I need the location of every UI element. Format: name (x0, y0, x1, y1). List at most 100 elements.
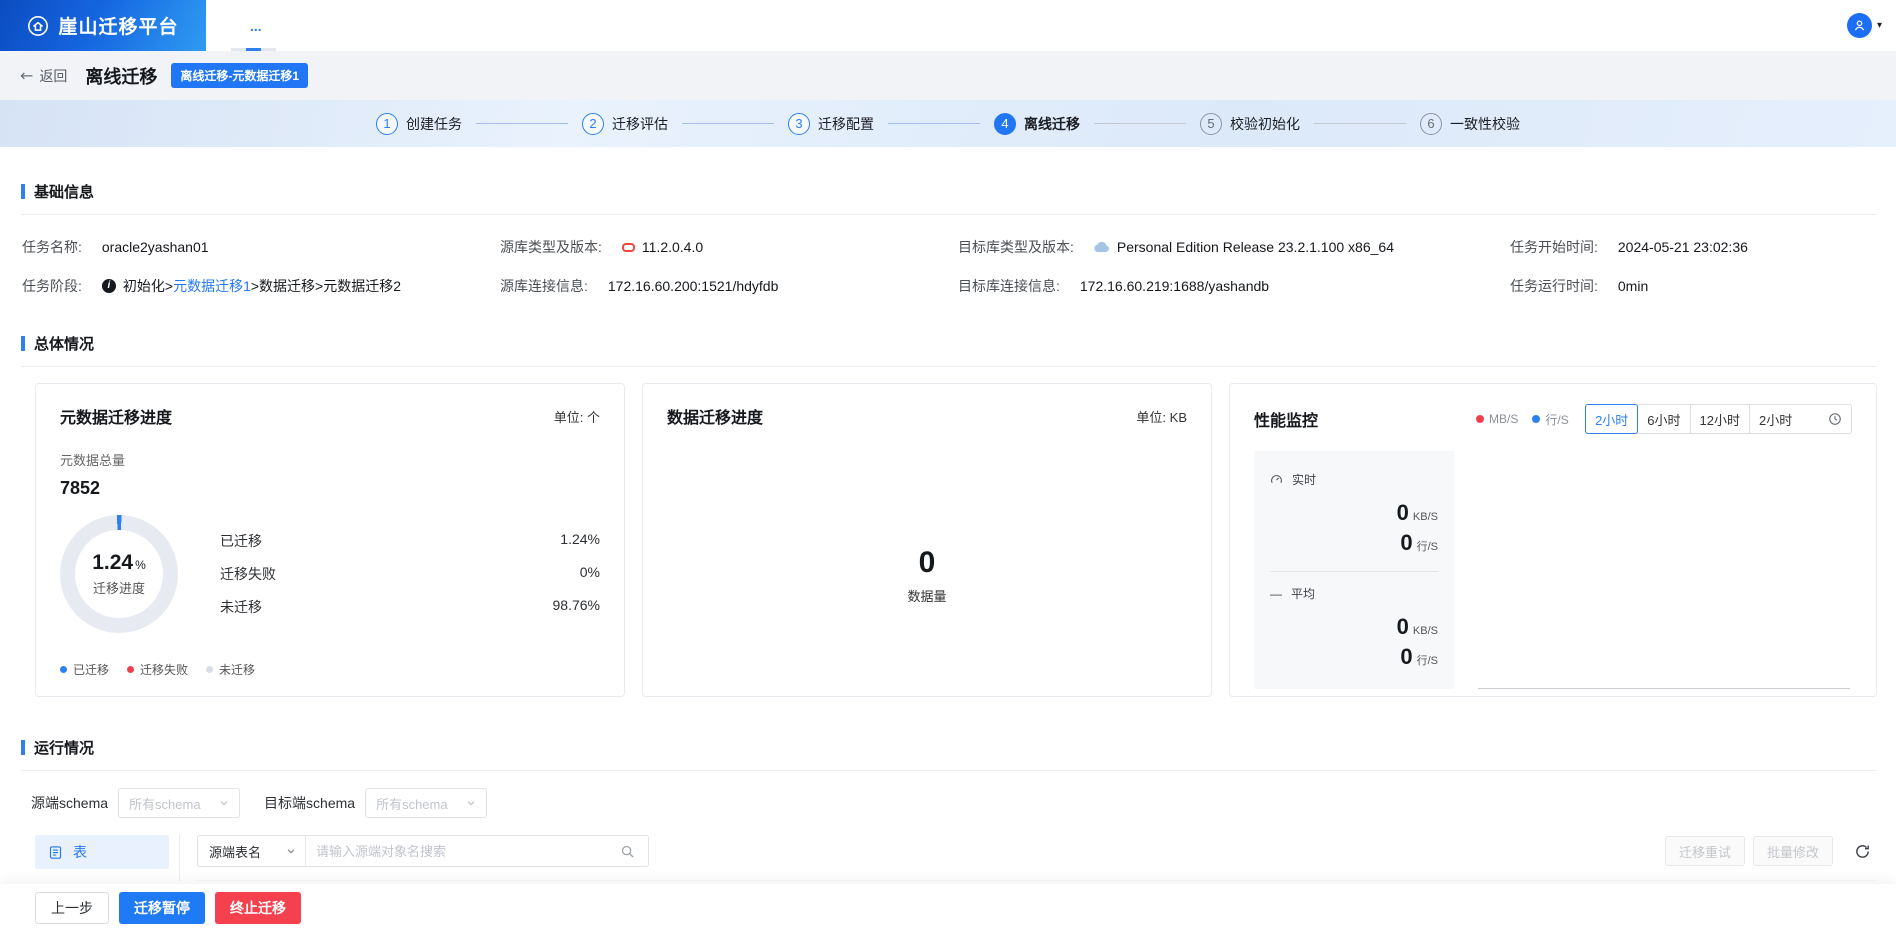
metadata-stats: 已迁移 1.24% 迁移失败 0% 未迁移 98.76% (220, 531, 600, 617)
nav-item-table[interactable]: 表 (35, 835, 169, 869)
average-row: — 平均 (1270, 586, 1316, 602)
data-volume-value: 0 (918, 546, 936, 579)
step-consistency-check: 6 一致性校验 (1420, 112, 1520, 135)
average-rows-value: 0 (1400, 644, 1413, 669)
step-offline-migration: 4 离线迁移 (994, 112, 1080, 135)
user-avatar[interactable] (1846, 13, 1872, 38)
task-badge: 离线迁移-元数据迁移1 (171, 63, 309, 88)
search-icon (621, 845, 634, 858)
time-range-selector: 2小时 6小时 12小时 2小时 (1585, 404, 1852, 434)
legend-migrated: 已迁移 (60, 661, 109, 678)
performance-chart-area (1478, 451, 1852, 689)
realtime-rows-value: 0 (1400, 530, 1413, 555)
field-start-time: 任务开始时间: 2024-05-21 23:02:36 (1510, 239, 1748, 255)
range-6h-button[interactable]: 6小时 (1637, 404, 1691, 434)
step-connector (888, 123, 980, 124)
title-bar: ← 返回 离线迁移 离线迁移-元数据迁移1 (0, 51, 1896, 100)
field-target-version: 目标库类型及版本: Personal Edition Release 23.2.… (958, 239, 1394, 255)
source-schema-select[interactable]: 所有schema (118, 788, 241, 818)
chart-x-axis (1478, 688, 1850, 689)
wizard-stepper: 1 创建任务 2 迁移评估 3 迁移配置 4 离线迁移 5 校验初始化 6 一致… (0, 100, 1896, 147)
field-task-name: 任务名称: oracle2yashan01 (22, 239, 209, 255)
running-title: 运行情况 (0, 737, 1896, 758)
step-connector (476, 123, 568, 124)
running-section: 运行情况 源端schema 所有schema 目标端schema 所有schem… (0, 737, 1896, 881)
realtime-kbs-value: 0 (1396, 500, 1409, 525)
field-task-stage: 任务阶段: i 初始化>元数据迁移1>数据迁移>元数据迁移2 (22, 278, 402, 294)
chevron-down-icon (467, 801, 475, 806)
field-source-version: 源库类型及版本: 11.2.0.4.0 (500, 239, 704, 255)
blue-dot-icon (60, 666, 67, 673)
basic-info-title: 基础信息 (0, 181, 1896, 202)
home-icon (28, 15, 49, 36)
gray-dot-icon (206, 666, 214, 673)
batch-edit-button[interactable]: 批量修改 (1752, 836, 1833, 866)
chevron-down-icon (287, 849, 295, 854)
metadata-legend: 已迁移 迁移失败 未迁移 (60, 661, 600, 678)
chevron-down-icon (220, 801, 228, 806)
step-migration-config: 3 迁移配置 (788, 112, 874, 135)
table-header-row: 源端表名 目标端表名 源端Schema名 目标端Schema名 迁移阶段 迁移状… (197, 880, 1877, 881)
field-run-time: 任务运行时间: 0min (1510, 278, 1649, 294)
overview-section: 总体情况 元数据迁移进度 单位: 个 元数据总量 7852 1.24% 迁移进度… (0, 333, 1896, 697)
range-12h-button[interactable]: 12小时 (1689, 404, 1750, 434)
previous-step-button[interactable]: 上一步 (35, 892, 109, 924)
data-volume-label: 数据量 (907, 589, 947, 604)
legend-mbs: MB/S (1476, 412, 1518, 426)
average-kbs-value: 0 (1396, 614, 1409, 639)
cloud-db-icon (1094, 241, 1109, 253)
objects-table: 源端表名 目标端表名 源端Schema名 目标端Schema名 迁移阶段 迁移状… (197, 880, 1877, 881)
object-type-nav: 表 约束 索引 视图 (35, 835, 169, 881)
performance-stats-panel: 实时 0 KB/S 0 行/S — 平均 0 KB/S 0 行/S (1254, 451, 1454, 689)
person-icon (1854, 20, 1865, 31)
step-migration-assess: 2 迁移评估 (582, 112, 668, 135)
metadata-progress-card: 元数据迁移进度 单位: 个 元数据总量 7852 1.24% 迁移进度 已迁移 1… (35, 383, 625, 697)
refresh-button[interactable] (1847, 836, 1877, 866)
object-search: 源端表名 (197, 835, 649, 867)
top-tab[interactable]: ... (231, 0, 276, 51)
stop-migration-button[interactable]: 终止迁移 (215, 892, 301, 924)
avatar-caret-icon[interactable]: ▾ (1877, 20, 1882, 31)
footer-action-bar: 上一步 迁移暂停 终止迁移 (0, 884, 1896, 932)
stage-info-icon: i (101, 279, 116, 293)
metadata-total-label: 元数据总量 (60, 453, 126, 468)
back-button[interactable]: ← 返回 (20, 66, 67, 86)
nav-item-constraint[interactable]: 约束 (35, 872, 169, 881)
stat-migrated: 已迁移 1.24% (220, 531, 600, 549)
stat-failed: 迁移失败 0% (220, 564, 600, 582)
red-dot-icon (127, 666, 135, 673)
legend-failed: 迁移失败 (127, 661, 188, 678)
pause-migration-button[interactable]: 迁移暂停 (119, 892, 205, 924)
average-dash-icon: — (1270, 586, 1282, 601)
search-field-select[interactable]: 源端表名 (198, 836, 306, 866)
red-dot-icon (1476, 415, 1485, 423)
realtime-gauge-icon (1271, 475, 1282, 483)
overview-title: 总体情况 (0, 333, 1896, 354)
blue-dot-icon (1532, 415, 1541, 423)
step-connector (682, 123, 774, 124)
oracle-db-icon (621, 242, 635, 252)
step-connector (1094, 123, 1186, 124)
step-connector (1314, 123, 1406, 124)
range-2h-button[interactable]: 2小时 (1585, 404, 1639, 434)
target-schema-select[interactable]: 所有schema (365, 788, 488, 818)
app-header: 崖山迁移平台 ... ▾ (0, 0, 1896, 51)
performance-legend: MB/S 行/S (1476, 411, 1569, 428)
page-title: 离线迁移 (85, 66, 158, 87)
clock-icon (1829, 413, 1841, 425)
stage-link[interactable]: 元数据迁移1 (173, 278, 251, 294)
stat-not-migrated: 未迁移 98.76% (220, 597, 600, 615)
search-button[interactable] (606, 836, 648, 866)
range-custom-button[interactable]: 2小时 (1749, 404, 1852, 434)
step-verify-init: 5 校验初始化 (1200, 112, 1300, 135)
performance-card: 性能监控 MB/S 行/S 2小时 6小时 12小时 2小时 实时 0 KB/S… (1229, 383, 1877, 697)
brand-title: 崖山迁移平台 (58, 17, 179, 38)
field-source-connection: 源库连接信息: 172.16.60.200:1521/hdyfdb (500, 278, 779, 294)
realtime-row: 实时 (1270, 471, 1438, 488)
table-icon (49, 845, 62, 859)
step-create-task: 1 创建任务 (376, 112, 462, 135)
field-target-connection: 目标库连接信息: 172.16.60.219:1688/yashandb (958, 278, 1270, 294)
retry-migration-button[interactable]: 迁移重试 (1664, 836, 1745, 866)
search-input[interactable] (306, 836, 606, 866)
brand-logo[interactable]: 崖山迁移平台 (0, 0, 206, 51)
